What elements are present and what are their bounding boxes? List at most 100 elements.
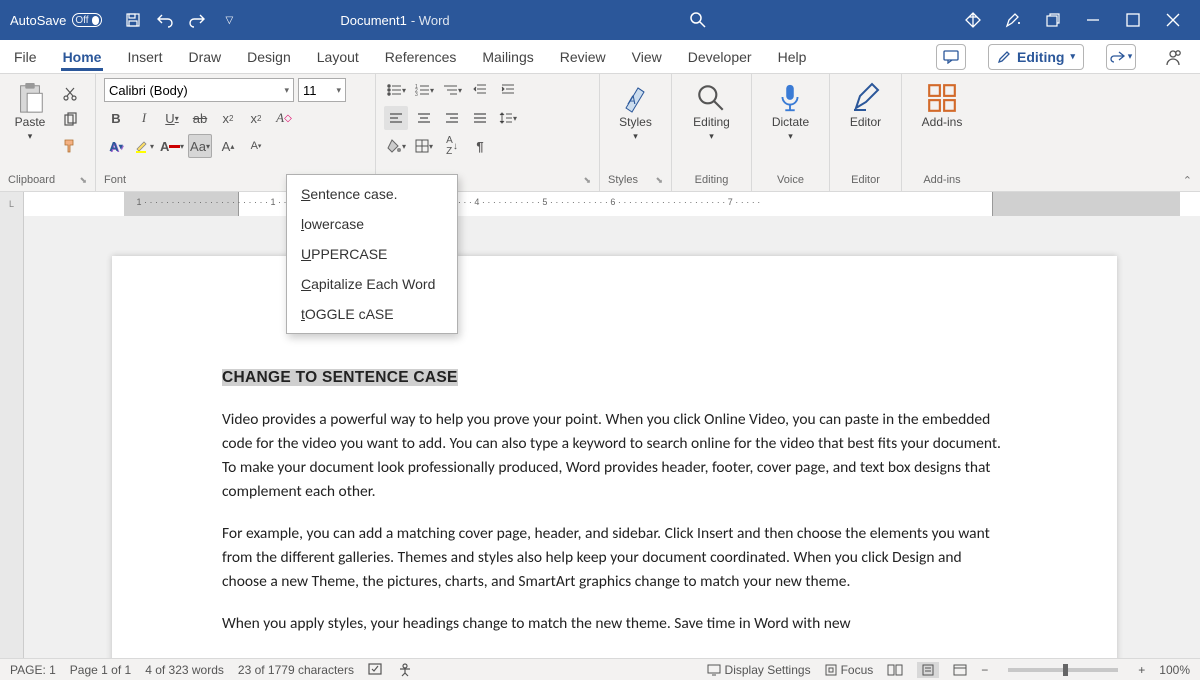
font-size-combo[interactable]: 11▾	[298, 78, 346, 102]
zoom-out-button[interactable]: −	[981, 663, 988, 677]
customize-qat-icon[interactable]: ▽	[220, 11, 238, 29]
autosave-toggle[interactable]: AutoSave Off	[0, 13, 112, 28]
tab-selector-icon[interactable]: L	[0, 192, 24, 216]
increase-indent-button[interactable]	[496, 78, 520, 102]
print-layout-icon[interactable]	[917, 662, 939, 678]
body-paragraph[interactable]: Video provides a powerful way to help yo…	[222, 408, 1007, 504]
focus-button[interactable]: Focus	[825, 663, 874, 677]
borders-button[interactable]: ▾	[412, 134, 436, 158]
tab-file[interactable]: File	[12, 42, 39, 71]
tab-references[interactable]: References	[383, 42, 459, 71]
redo-icon[interactable]	[188, 11, 206, 29]
line-spacing-button[interactable]: ▾	[496, 106, 520, 130]
font-name-combo[interactable]: Calibri (Body)▾	[104, 78, 294, 102]
copy-icon[interactable]	[58, 108, 82, 132]
dialog-launcher-icon[interactable]: ⬊	[655, 175, 663, 186]
minimize-icon[interactable]	[1084, 11, 1102, 29]
menu-lowercase[interactable]: lowercase	[287, 209, 457, 239]
status-characters[interactable]: 23 of 1779 characters	[238, 663, 354, 677]
tab-design[interactable]: Design	[245, 42, 293, 71]
page[interactable]: CHANGE TO SENTENCE CASE Video provides a…	[112, 256, 1117, 658]
status-page-short[interactable]: PAGE: 1	[10, 663, 56, 677]
horizontal-ruler[interactable]: L 1 · · · · · · · · · · · · · · · · · · …	[0, 192, 1200, 216]
menu-uppercase[interactable]: UPPERCASE	[287, 239, 457, 269]
paste-button[interactable]: Paste ▾	[8, 78, 52, 146]
multilevel-list-button[interactable]: ▾	[440, 78, 464, 102]
undo-icon[interactable]	[156, 11, 174, 29]
selected-heading[interactable]: CHANGE TO SENTENCE CASE	[222, 369, 458, 386]
vertical-ruler[interactable]	[0, 216, 24, 658]
align-center-button[interactable]	[412, 106, 436, 130]
cut-icon[interactable]	[58, 82, 82, 106]
read-mode-icon[interactable]	[887, 664, 903, 676]
pencil-sparkle-icon[interactable]	[1004, 11, 1022, 29]
highlight-button[interactable]: ▾	[132, 134, 156, 158]
accessibility-icon[interactable]	[398, 663, 412, 677]
diamond-icon[interactable]	[964, 11, 982, 29]
body-paragraph[interactable]: For example, you can add a matching cove…	[222, 522, 1007, 594]
tab-insert[interactable]: Insert	[125, 42, 164, 71]
status-words[interactable]: 4 of 323 words	[145, 663, 224, 677]
zoom-slider[interactable]	[1008, 668, 1118, 672]
editor-button[interactable]: Editor	[844, 78, 888, 133]
close-icon[interactable]	[1164, 11, 1182, 29]
ribbon: Paste ▾ Clipboard⬊ Calibri (Body)▾ 11▾ B…	[0, 74, 1200, 192]
shading-button[interactable]: ▾	[384, 134, 408, 158]
font-color-button[interactable]: A▾	[160, 134, 184, 158]
italic-button[interactable]: I	[132, 106, 156, 130]
web-layout-icon[interactable]	[953, 664, 967, 676]
editing-find-button[interactable]: Editing▾	[687, 78, 736, 146]
sort-button[interactable]: AZ↓	[440, 134, 464, 158]
underline-button[interactable]: U▾	[160, 106, 184, 130]
dialog-launcher-icon[interactable]: ⬊	[79, 175, 87, 186]
zoom-in-button[interactable]: +	[1138, 663, 1145, 677]
tab-layout[interactable]: Layout	[315, 42, 361, 71]
tab-draw[interactable]: Draw	[186, 42, 223, 71]
align-right-button[interactable]	[440, 106, 464, 130]
grow-font-button[interactable]: A▴	[216, 134, 240, 158]
subscript-button[interactable]: x2	[216, 106, 240, 130]
tab-home[interactable]: Home	[61, 42, 104, 71]
strikethrough-button[interactable]: ab	[188, 106, 212, 130]
spellcheck-icon[interactable]	[368, 663, 384, 677]
change-case-button[interactable]: Aa▾	[188, 134, 212, 158]
body-paragraph[interactable]: When you apply styles, your headings cha…	[222, 612, 1007, 636]
menu-capitalize-each-word[interactable]: Capitalize Each Word	[287, 269, 457, 299]
search-icon[interactable]	[689, 11, 707, 29]
share-button[interactable]: ▾	[1106, 44, 1136, 70]
status-page-long[interactable]: Page 1 of 1	[70, 663, 131, 677]
addins-button[interactable]: Add-ins	[916, 78, 969, 133]
format-painter-icon[interactable]	[58, 134, 82, 158]
account-icon[interactable]	[1158, 44, 1188, 70]
tab-help[interactable]: Help	[776, 42, 809, 71]
tab-review[interactable]: Review	[558, 42, 608, 71]
display-settings-button[interactable]: Display Settings	[707, 663, 811, 677]
restore-up-icon[interactable]	[1044, 11, 1062, 29]
numbering-button[interactable]: 123▾	[412, 78, 436, 102]
justify-button[interactable]	[468, 106, 492, 130]
maximize-icon[interactable]	[1124, 11, 1142, 29]
align-left-button[interactable]	[384, 106, 408, 130]
menu-sentence-case[interactable]: Sentence case.	[287, 179, 457, 209]
menu-toggle-case[interactable]: tOGGLE cASE	[287, 299, 457, 329]
shrink-font-button[interactable]: A▾	[244, 134, 268, 158]
dialog-launcher-icon[interactable]: ⬊	[583, 175, 591, 186]
save-icon[interactable]	[124, 11, 142, 29]
tab-mailings[interactable]: Mailings	[480, 42, 535, 71]
text-effects-button[interactable]: A▾	[104, 134, 128, 158]
bold-button[interactable]: B	[104, 106, 128, 130]
bullets-button[interactable]: ▾	[384, 78, 408, 102]
tab-view[interactable]: View	[630, 42, 664, 71]
decrease-indent-button[interactable]	[468, 78, 492, 102]
dictate-button[interactable]: Dictate▾	[766, 78, 815, 146]
pencil-icon	[997, 50, 1011, 64]
show-hide-button[interactable]: ¶	[468, 134, 492, 158]
collapse-ribbon-icon[interactable]: ⌃	[1183, 174, 1192, 187]
tab-developer[interactable]: Developer	[686, 42, 754, 71]
comments-button[interactable]	[936, 44, 966, 70]
superscript-button[interactable]: x2	[244, 106, 268, 130]
zoom-level[interactable]: 100%	[1159, 663, 1190, 677]
editing-mode-button[interactable]: Editing ▾	[988, 44, 1084, 70]
styles-button[interactable]: A Styles▾	[613, 78, 658, 146]
clear-formatting-button[interactable]: A◇	[272, 106, 296, 130]
